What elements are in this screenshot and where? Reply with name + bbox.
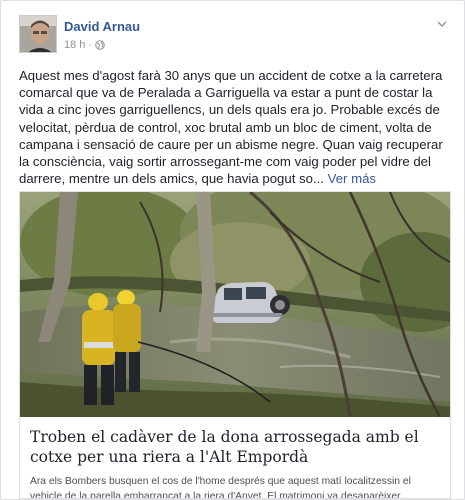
post-header: David Arnau 18 h · [19,15,449,59]
link-preview-body: Troben el cadàver de la dona arrossegada… [20,417,450,499]
post-time[interactable]: 18 h [64,39,85,51]
globe-icon[interactable] [95,40,105,50]
see-more-link[interactable]: Ver más [328,171,376,186]
post-message: Aquest mes d'agost farà 30 anys que un a… [19,67,455,187]
link-preview-title[interactable]: Troben el cadàver de la dona arrossegada… [30,427,442,467]
avatar[interactable] [19,15,57,53]
link-preview[interactable]: Troben el cadàver de la dona arrossegada… [19,191,451,499]
post-card: David Arnau 18 h · Aquest mes d'agost fa… [0,0,465,500]
post-meta: 18 h · [64,39,105,51]
author-name[interactable]: David Arnau [64,19,140,34]
post-message-text: Aquest mes d'agost farà 30 anys que un a… [19,68,443,187]
chevron-down-icon[interactable] [435,17,449,31]
link-preview-description: Ara els Bombers busquen el cos de l'home… [30,476,411,499]
meta-separator: · [88,39,93,51]
link-preview-image[interactable] [20,192,450,417]
